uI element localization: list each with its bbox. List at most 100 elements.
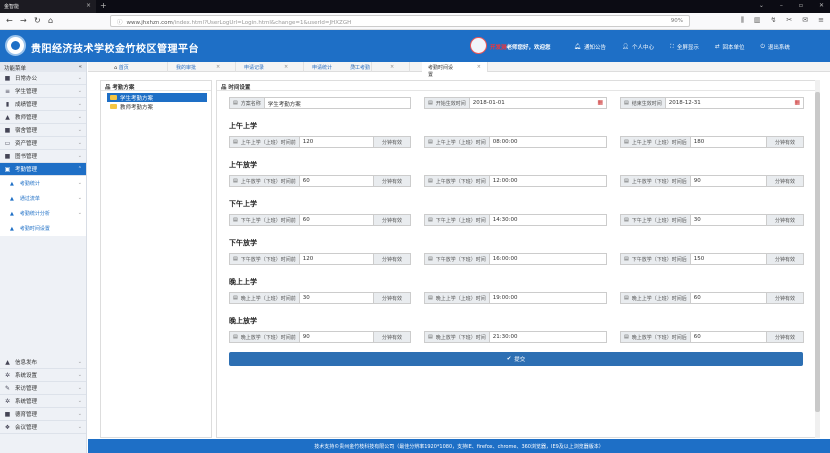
sidebar-icon[interactable]: ▥ xyxy=(754,16,761,25)
close-window-icon[interactable]: ✕ xyxy=(819,2,824,9)
after-minutes-value[interactable]: 90 xyxy=(691,176,766,186)
tab-home[interactable]: ⌂ 首页 xyxy=(108,62,168,72)
time-value[interactable]: 19:00:00 xyxy=(490,293,606,303)
after-minutes-value[interactable]: 60 xyxy=(691,332,766,342)
close-icon[interactable]: × xyxy=(284,64,288,70)
sidebar-subitem-analysis[interactable]: ▲ 考勤统计分析 ⌄ xyxy=(0,206,86,221)
sidebar-item-teachers[interactable]: ▲ 教师管理 ⌄ xyxy=(0,111,86,124)
after-minutes-field[interactable]: ▤ 下午上学（上班）时间后 30 分钟有效 xyxy=(620,214,804,226)
after-minutes-field[interactable]: ▤ 上午上学（上班）时间后 180 分钟有效 xyxy=(620,136,804,148)
sidebar-item-attendance[interactable]: ▣ 考勤管理 ⌃ xyxy=(0,163,86,176)
library-icon[interactable]: ⫼ xyxy=(741,16,744,25)
before-minutes-value[interactable]: 60 xyxy=(300,176,373,186)
start-date-value[interactable]: 2018-01-01 xyxy=(470,98,595,108)
calendar-icon[interactable]: ▦ xyxy=(791,98,803,108)
sidebar-subitem-stats[interactable]: ▲ 考勤统计 ⌄ xyxy=(0,176,86,191)
end-date-value[interactable]: 2018-12-31 xyxy=(666,98,792,108)
tab-attendance-time-settings[interactable]: 考勤时间设置 × xyxy=(422,62,488,78)
time-value[interactable]: 21:30:00 xyxy=(490,332,606,342)
before-minutes-value[interactable]: 30 xyxy=(300,293,373,303)
close-icon[interactable]: × xyxy=(390,64,394,70)
before-minutes-field[interactable]: ▤ 晚上放学（下班）时间前 90 分钟有效 xyxy=(229,331,411,343)
after-minutes-field[interactable]: ▤ 上午放学（下班）时间后 90 分钟有效 xyxy=(620,175,804,187)
fullscreen-button[interactable]: ⛶ 全屏显示 xyxy=(670,43,699,52)
tree-node-student[interactable]: 学生考勤方案 xyxy=(107,93,207,102)
before-minutes-value[interactable]: 120 xyxy=(300,137,373,147)
time-field[interactable]: ▤ 下午放学（下班）时间 16:00:00 xyxy=(424,253,607,265)
tab-staff-attendance[interactable]: 员工考勤 × xyxy=(344,62,410,72)
avatar[interactable] xyxy=(470,37,487,54)
sidebar-item-office[interactable]: ■ 日常办公 ⌄ xyxy=(0,72,86,85)
notice-button[interactable]: 🔔︎ 通知公告 xyxy=(574,43,606,51)
chevron-down-icon[interactable]: ⌄ xyxy=(759,2,764,9)
profile-button[interactable]: 👤︎ 个人中心 xyxy=(622,43,654,51)
before-minutes-field[interactable]: ▤ 晚上上学（上班）时间前 30 分钟有效 xyxy=(229,292,411,304)
home-icon[interactable]: ⌂ xyxy=(48,16,53,25)
collapse-icon[interactable]: « xyxy=(79,64,82,70)
tab-my-approvals[interactable]: 我的审批 × xyxy=(170,62,236,72)
before-minutes-value[interactable]: 60 xyxy=(300,215,373,225)
time-value[interactable]: 14:30:00 xyxy=(490,215,606,225)
time-field[interactable]: ▤ 晚上上学（上班）时间 19:00:00 xyxy=(424,292,607,304)
maximize-icon[interactable]: ▫ xyxy=(799,2,803,9)
close-icon[interactable]: × xyxy=(216,64,220,70)
after-minutes-value[interactable]: 30 xyxy=(691,215,766,225)
time-field[interactable]: ▤ 下午上学（上班）时间 14:30:00 xyxy=(424,214,607,226)
forward-icon[interactable]: → xyxy=(20,16,27,25)
before-minutes-field[interactable]: ▤ 下午放学（下班）时间前 120 分钟有效 xyxy=(229,253,411,265)
sidebar-item-system-admin[interactable]: ✲ 系统管理 ⌄ xyxy=(0,395,86,408)
after-minutes-value[interactable]: 150 xyxy=(691,254,766,264)
sidebar-item-system-settings[interactable]: ✲ 系统设置 ⌄ xyxy=(0,369,86,382)
minimize-icon[interactable]: – xyxy=(780,2,783,9)
sidebar-item-grades[interactable]: ▮ 成绩管理 ⌄ xyxy=(0,98,86,111)
sidebar-item-meetings[interactable]: ❖ 会议管理 ⌄ xyxy=(0,421,86,434)
scheme-name-field[interactable]: ▤ 方案名称 学生考勤方案 xyxy=(229,97,411,109)
time-value[interactable]: 16:00:00 xyxy=(490,254,606,264)
after-minutes-field[interactable]: ▤ 晚上上学（上班）时间后 60 分钟有效 xyxy=(620,292,804,304)
after-minutes-value[interactable]: 60 xyxy=(691,293,766,303)
time-value[interactable]: 08:00:00 xyxy=(490,137,606,147)
after-minutes-field[interactable]: ▤ 下午放学（下班）时间后 150 分钟有效 xyxy=(620,253,804,265)
reload-icon[interactable]: ↻ xyxy=(34,16,41,25)
time-field[interactable]: ▤ 上午放学（下班）时间 12:00:00 xyxy=(424,175,607,187)
sidebar-subitem-time-settings[interactable]: ▲ 考勤时间设置 xyxy=(0,221,86,236)
scheme-name-value[interactable]: 学生考勤方案 xyxy=(265,98,410,108)
start-date-field[interactable]: ▤ 开始生效时间 2018-01-01 ▦ xyxy=(424,97,607,109)
before-minutes-field[interactable]: ▤ 下午上学（上班）时间前 60 分钟有效 xyxy=(229,214,411,226)
zoom-level[interactable]: 90% xyxy=(671,18,683,24)
time-field[interactable]: ▤ 晚上放学（下班）时间 21:30:00 xyxy=(424,331,607,343)
end-date-field[interactable]: ▤ 结束生效时间 2018-12-31 ▦ xyxy=(620,97,804,109)
time-field[interactable]: ▤ 上午上学（上班）时间 08:00:00 xyxy=(424,136,607,148)
calendar-icon[interactable]: ▦ xyxy=(594,98,606,108)
scrollbar-thumb[interactable] xyxy=(815,92,820,412)
logout-button[interactable]: ⏻ 退出系统 xyxy=(761,43,790,52)
chat-icon[interactable]: ✉ xyxy=(802,16,808,25)
sidebar-subitem-flow[interactable]: ▲ 通过流单 ⌄ xyxy=(0,191,86,206)
sidebar-item-dorm[interactable]: ■ 宿舍管理 ⌄ xyxy=(0,124,86,137)
new-tab-icon[interactable]: + xyxy=(100,1,107,10)
sidebar-item-news[interactable]: ▲ 信息发布 ⌄ xyxy=(0,356,86,369)
before-minutes-value[interactable]: 120 xyxy=(300,254,373,264)
sidebar-item-visitors[interactable]: ✎ 来访管理 ⌄ xyxy=(0,382,86,395)
tree-node-teacher[interactable]: 教师考勤方案 xyxy=(107,102,211,111)
back-icon[interactable]: ← xyxy=(6,16,13,25)
tab-apply-records[interactable]: 申请记录 × xyxy=(238,62,304,72)
after-minutes-field[interactable]: ▤ 晚上放学（下班）时间后 60 分钟有效 xyxy=(620,331,804,343)
close-icon[interactable]: × xyxy=(477,64,481,70)
sidebar-item-students[interactable]: ≡ 学生管理 ⌄ xyxy=(0,85,86,98)
before-minutes-field[interactable]: ▤ 上午上学（上班）时间前 120 分钟有效 xyxy=(229,136,411,148)
submit-button[interactable]: ✔ 提交 xyxy=(229,352,803,366)
close-tab-icon[interactable]: × xyxy=(86,2,91,9)
before-minutes-value[interactable]: 90 xyxy=(300,332,373,342)
sync-icon[interactable]: ↯ xyxy=(771,16,777,25)
menu-icon[interactable]: ≡ xyxy=(818,16,824,25)
sidebar-item-moral[interactable]: ■ 德育管理 ⌄ xyxy=(0,408,86,421)
sidebar-item-library[interactable]: ■ 图书管理 ⌄ xyxy=(0,150,86,163)
url-bar[interactable]: ⓘ www.jhxhzn.com/index.html?UserLogUrl=Lo… xyxy=(110,15,690,27)
sidebar-item-assets[interactable]: ▭ 资产管理 ⌄ xyxy=(0,137,86,150)
browser-tab[interactable]: 金智能 xyxy=(0,0,96,13)
before-minutes-field[interactable]: ▤ 上午放学（下班）时间前 60 分钟有效 xyxy=(229,175,411,187)
after-minutes-value[interactable]: 180 xyxy=(691,137,766,147)
return-unit-button[interactable]: ⇄ 回本单位 xyxy=(715,43,745,51)
screenshot-icon[interactable]: ✂ xyxy=(786,16,792,25)
